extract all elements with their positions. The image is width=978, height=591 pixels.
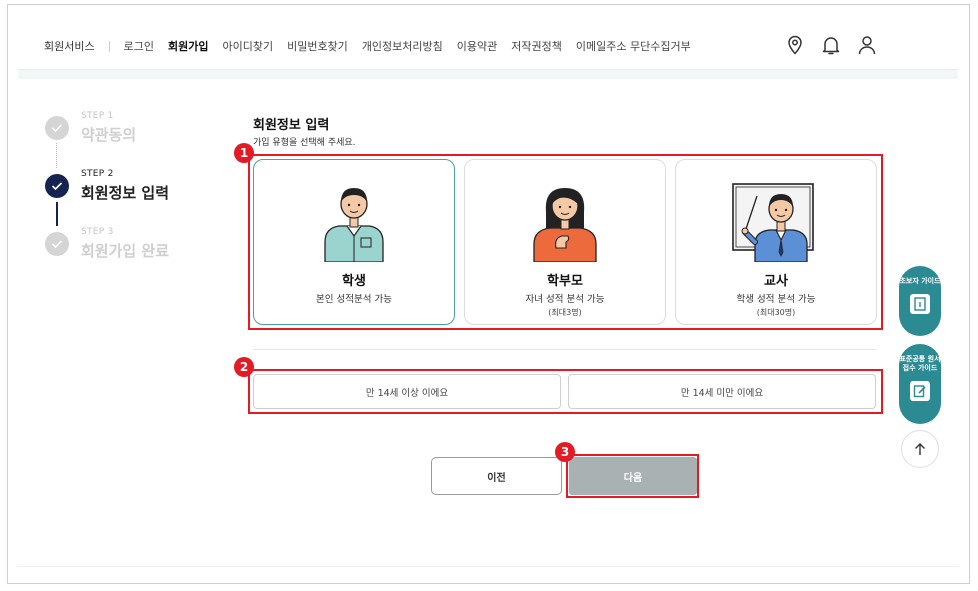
parent-avatar-icon — [533, 188, 597, 262]
header-icons — [784, 34, 878, 56]
nav-separator — [108, 40, 110, 52]
location-pin-icon[interactable] — [784, 34, 806, 56]
card-teacher-name: 교사 — [764, 274, 788, 289]
nav-item-find-id[interactable]: 아이디찾기 — [222, 38, 273, 54]
standard-application-guide-button[interactable]: 표준공통 원서접수 가이드 — [899, 344, 941, 424]
nav-item-signup[interactable]: 회원가입 — [168, 38, 208, 54]
nav-item-copyright[interactable]: 저작권정책 — [511, 38, 562, 54]
annotation-badge-1: 1 — [234, 143, 254, 163]
card-teacher[interactable]: 교사 학생 성적 분석 가능 (최대30명) — [675, 159, 877, 325]
top-navigation: 회원서비스 로그인 회원가입 아이디찾기 비밀번호찾기 개인정보처리방침 이용약… — [44, 38, 705, 54]
section-divider — [253, 349, 876, 350]
page-subtitle: 가입 유형을 선택해 주세요. — [253, 138, 356, 148]
step-1-name: 약관동의 — [81, 126, 137, 144]
nav-item-privacy[interactable]: 개인정보처리방침 — [362, 38, 443, 54]
user-icon[interactable] — [856, 34, 878, 56]
card-parent-desc: 자녀 성적 분석 가능 — [525, 294, 605, 305]
card-student[interactable]: 학생 본인 성적분석 가능 — [253, 159, 455, 325]
annotation-badge-3: 3 — [555, 442, 575, 462]
age-under-14-button[interactable]: 만 14세 미만 이에요 — [568, 374, 876, 409]
prev-button[interactable]: 이전 — [431, 457, 562, 495]
page-title: 회원정보 입력 — [253, 118, 330, 133]
scroll-top-button[interactable] — [901, 430, 939, 468]
check-icon — [45, 174, 69, 198]
student-avatar-icon — [324, 188, 384, 262]
card-parent-note: (최대3명) — [548, 308, 582, 317]
nav-item-login[interactable]: 로그인 — [124, 38, 154, 54]
edit-document-icon — [910, 381, 930, 401]
card-student-name: 학생 — [342, 274, 366, 289]
member-type-cards: 학생 본인 성적분석 가능 학부모 자녀 성적 분석 가능 (최대3명) 교사 … — [253, 159, 877, 325]
step-connector — [56, 143, 57, 168]
card-parent-name: 학부모 — [547, 274, 583, 289]
beginner-guide-button[interactable]: 초보자 가이드 — [899, 266, 941, 336]
bottom-line — [18, 566, 958, 567]
step-1-label: STEP 1 — [81, 111, 114, 121]
check-icon — [45, 232, 69, 256]
header-band — [18, 69, 958, 79]
step-3-name: 회원가입 완료 — [81, 242, 170, 260]
nav-item-find-password[interactable]: 비밀번호찾기 — [287, 38, 348, 54]
step-connector-active — [56, 202, 58, 226]
step-2-name: 회원정보 입력 — [81, 184, 170, 202]
age-options: 만 14세 이상 이에요 만 14세 미만 이에요 — [253, 374, 876, 409]
bell-icon[interactable] — [820, 34, 842, 56]
card-teacher-desc: 학생 성적 분석 가능 — [736, 294, 816, 305]
standard-application-guide-label: 표준공통 원서접수 가이드 — [899, 355, 941, 372]
nav-item-email-refusal[interactable]: 이메일주소 무단수집거부 — [576, 38, 691, 54]
nav-brand[interactable]: 회원서비스 — [44, 38, 95, 54]
check-icon — [45, 116, 69, 140]
arrow-up-icon — [915, 443, 925, 455]
card-parent[interactable]: 학부모 자녀 성적 분석 가능 (최대3명) — [464, 159, 666, 325]
age-14-or-older-button[interactable]: 만 14세 이상 이에요 — [253, 374, 561, 409]
guide-book-icon — [910, 294, 930, 314]
card-student-desc: 본인 성적분석 가능 — [316, 294, 392, 305]
beginner-guide-label: 초보자 가이드 — [899, 277, 941, 285]
step-3-label: STEP 3 — [81, 227, 114, 237]
teacher-avatar-icon — [732, 183, 814, 262]
step-2-label: STEP 2 — [81, 169, 114, 179]
annotation-box-3 — [566, 454, 699, 498]
nav-item-terms[interactable]: 이용약관 — [457, 38, 497, 54]
annotation-badge-2: 2 — [234, 357, 254, 377]
card-teacher-note: (최대30명) — [756, 308, 796, 317]
